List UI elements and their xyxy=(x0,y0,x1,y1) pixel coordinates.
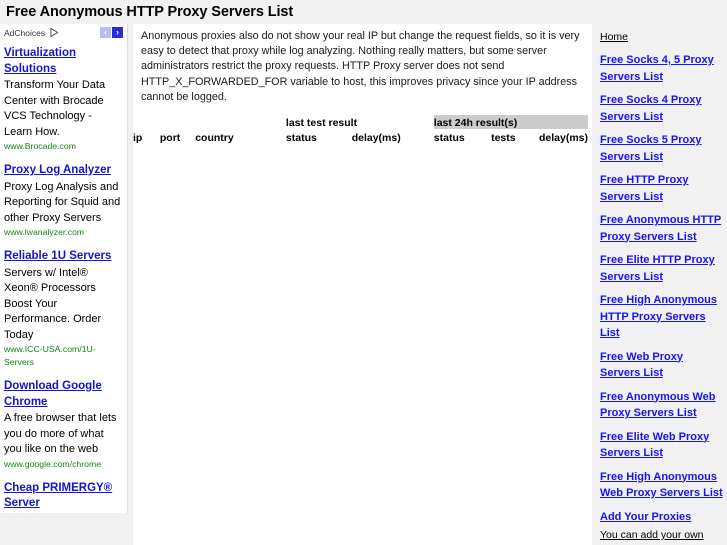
ad-title-link[interactable]: Download Google Chrome xyxy=(4,379,123,410)
group-header-last-test-result: last test result xyxy=(285,117,358,130)
column-header-status-last-test[interactable]: status xyxy=(286,129,352,144)
ad-title-link[interactable]: Proxy Log Analyzer xyxy=(4,163,123,179)
main-content: Anonymous proxies also do not show your … xyxy=(133,24,592,545)
proxy-table-head: last test result last 24h result(s) ip p… xyxy=(133,115,588,144)
nav-link-free-web-proxy[interactable]: Free Web Proxy Servers List xyxy=(600,349,724,382)
ad-description: Proxy Log Analysis and Reporting for Squ… xyxy=(4,180,121,224)
column-header-delay-24h[interactable]: delay(ms) xyxy=(539,129,588,144)
ad-item: Download Google Chrome A free browser th… xyxy=(0,376,127,471)
proxy-table: last test result last 24h result(s) ip p… xyxy=(133,115,588,144)
group-header-spacer xyxy=(133,115,160,129)
column-header-delay-last-test[interactable]: delay(ms) xyxy=(352,129,434,144)
ad-item: Virtualization Solutions Transform Your … xyxy=(0,43,127,153)
nav-link-free-elite-http-proxy[interactable]: Free Elite HTTP Proxy Servers List xyxy=(600,252,724,285)
nav-link-free-anonymous-web-proxy[interactable]: Free Anonymous Web Proxy Servers List xyxy=(600,389,724,422)
ad-title-link[interactable]: Cheap PRIMERGY® Server xyxy=(4,481,123,512)
nav-link-home[interactable]: Home xyxy=(600,30,628,44)
page-title: Free Anonymous HTTP Proxy Servers List xyxy=(0,0,727,24)
ad-title-link[interactable]: Virtualization Solutions xyxy=(4,46,123,77)
ad-item: Reliable 1U Servers Servers w/ Intel® Xe… xyxy=(0,246,127,369)
nav-link-free-high-anonymous-web[interactable]: Free High Anonymous Web Proxy Servers Li… xyxy=(600,469,724,502)
nav-link-free-socks-4-proxy[interactable]: Free Socks 4 Proxy Servers List xyxy=(600,92,724,125)
nav-link-free-high-anonymous-http[interactable]: Free High Anonymous HTTP Proxy Servers L… xyxy=(600,292,724,342)
ad-item: Cheap PRIMERGY® Server Efficient Rack & … xyxy=(0,478,127,514)
table-group-header-row: last test result last 24h result(s) xyxy=(133,115,588,130)
nav-link-free-socks-5-proxy[interactable]: Free Socks 5 Proxy Servers List xyxy=(600,132,724,165)
column-header-port[interactable]: port xyxy=(160,129,195,144)
left-ad-column: AdChoices ‹ › Virtualization Solutions Tr… xyxy=(0,24,128,513)
add-proxies-note: You can add your own proxy list for chec… xyxy=(600,529,704,545)
table-column-header-row: ip port country status delay(ms) status … xyxy=(133,129,588,144)
ad-url[interactable]: www.lwanalyzer.com xyxy=(4,226,123,239)
ad-prev-arrow-icon[interactable]: ‹ xyxy=(100,26,111,38)
group-header-spacer xyxy=(195,115,286,129)
ad-item: Proxy Log Analyzer Proxy Log Analysis an… xyxy=(0,160,127,239)
ad-description: A free browser that lets you do more of … xyxy=(4,412,117,455)
column-header-tests[interactable]: tests xyxy=(491,129,539,144)
group-header-last-24h-results: last 24h result(s) xyxy=(433,115,588,130)
ad-url[interactable]: www.ICC-USA.com/1U-Servers xyxy=(4,343,123,369)
page-layout: AdChoices ‹ › Virtualization Solutions Tr… xyxy=(0,24,727,545)
ad-title-link[interactable]: Reliable 1U Servers xyxy=(4,249,123,265)
ad-url[interactable]: www.Brocade.com xyxy=(4,140,123,153)
left-column-filler xyxy=(0,513,128,545)
adchoices-icon[interactable] xyxy=(50,27,59,37)
adchoices-label[interactable]: AdChoices xyxy=(4,28,45,38)
column-header-ip[interactable]: ip xyxy=(133,129,160,144)
nav-link-add-your-proxies[interactable]: Add Your Proxies xyxy=(600,509,724,526)
right-nav-column: Home Free Socks 4, 5 Proxy Servers List … xyxy=(597,24,727,545)
column-header-status-24h[interactable]: status xyxy=(434,129,491,144)
nav-link-free-socks-4-5-proxy[interactable]: Free Socks 4, 5 Proxy Servers List xyxy=(600,52,724,85)
nav-link-free-http-proxy[interactable]: Free HTTP Proxy Servers List xyxy=(600,172,724,205)
ad-nav-arrows: ‹ › xyxy=(99,26,123,38)
nav-link-free-anonymous-http-proxy[interactable]: Free Anonymous HTTP Proxy Servers List xyxy=(600,212,724,245)
ad-url[interactable]: www.google.com/chrome xyxy=(4,458,123,471)
intro-paragraph: Anonymous proxies also do not show your … xyxy=(141,30,580,103)
column-header-country[interactable]: country xyxy=(195,129,286,144)
group-header-spacer xyxy=(160,115,195,129)
ad-next-arrow-icon[interactable]: › xyxy=(112,26,123,38)
nav-link-free-elite-web-proxy[interactable]: Free Elite Web Proxy Servers List xyxy=(600,429,724,462)
ad-description: Servers w/ Intel® Xeon® Processors Boost… xyxy=(4,266,102,341)
adchoices-bar: AdChoices ‹ › xyxy=(0,24,127,43)
ad-description: Transform Your Data Center with Brocade … xyxy=(4,79,106,138)
